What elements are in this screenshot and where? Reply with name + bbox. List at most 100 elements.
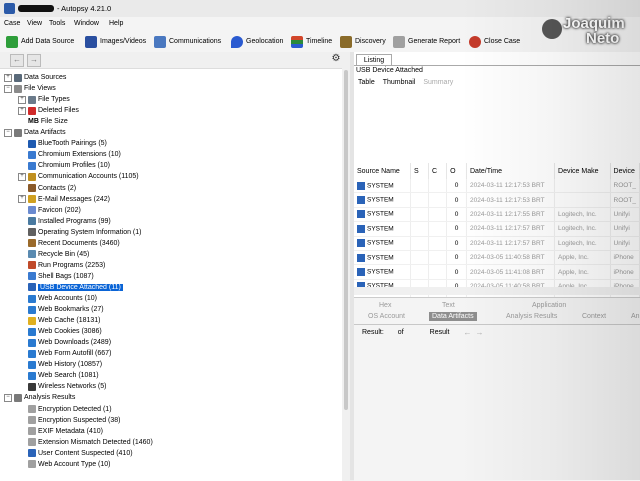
expand-toggle-icon[interactable]: + xyxy=(4,73,12,82)
tree-item-extension-mismatch-detected[interactable]: Extension Mismatch Detected (1460) xyxy=(18,437,153,448)
tree-item-contacts[interactable]: Contacts (2) xyxy=(18,183,76,194)
tree-item-installed-programs[interactable]: Installed Programs (99) xyxy=(18,216,111,227)
tree-item-web-cookies[interactable]: Web Cookies (3086) xyxy=(18,326,102,337)
table-row[interactable]: SYSTEM 0 2024-03-05 11:41:08 BRT Apple, Inc… xyxy=(354,264,640,280)
tree-item-encryption-detected[interactable]: Encryption Detected (1) xyxy=(18,404,112,415)
expand-toggle-icon[interactable]: + xyxy=(18,95,26,104)
menu-case[interactable]: Case xyxy=(4,20,20,27)
tab-application[interactable]: Application xyxy=(532,302,566,309)
tree-item-deleted-files[interactable]: + Deleted Files xyxy=(18,105,79,116)
expand-toggle-icon[interactable]: − xyxy=(4,84,12,93)
menu-view[interactable]: View xyxy=(27,20,42,27)
tab-table[interactable]: Table xyxy=(358,79,375,86)
tree-scrollbar[interactable] xyxy=(342,68,350,412)
images-videos-button[interactable]: Images/Videos xyxy=(85,35,146,48)
artifact-icon xyxy=(28,261,36,270)
analysis-result-icon xyxy=(28,449,36,458)
cell-s xyxy=(410,179,430,194)
back-arrow-icon[interactable]: ← xyxy=(10,54,24,67)
tab-text[interactable]: Text xyxy=(442,302,455,309)
table-row[interactable]: SYSTEM 0 2024-03-11 12:17:57 BRT Logitech, … xyxy=(354,221,640,237)
tree-item-chromium-profiles[interactable]: Chromium Profiles (10) xyxy=(18,160,110,171)
timeline-button[interactable]: Timeline xyxy=(291,35,332,48)
col-s[interactable]: S xyxy=(410,163,430,179)
tree-item-e-mail-messages[interactable]: + E-Mail Messages (242) xyxy=(18,194,110,205)
tree-item-exif-metadata[interactable]: EXIF Metadata (410) xyxy=(18,426,103,437)
tree-item-recent-documents[interactable]: Recent Documents (3460) xyxy=(18,238,120,249)
tree-item-favicon[interactable]: Favicon (202) xyxy=(18,205,81,216)
tree-item-user-content-suspected[interactable]: User Content Suspected (410) xyxy=(18,448,133,459)
col-device-make[interactable]: Device Make xyxy=(554,163,611,179)
tree-item-recycle-bin[interactable]: Recycle Bin (45) xyxy=(18,249,89,260)
artifact-icon xyxy=(28,217,36,226)
communications-button[interactable]: Communications xyxy=(154,35,221,48)
tree-file-views[interactable]: − File Views xyxy=(4,83,56,94)
tab-an[interactable]: An xyxy=(631,313,640,320)
tree-item-web-history[interactable]: Web History (10857) xyxy=(18,359,102,370)
tab-hex[interactable]: Hex xyxy=(379,302,391,309)
tree-item-file-size[interactable]: MB File Size xyxy=(18,116,68,127)
tree-item-shell-bags[interactable]: Shell Bags (1087) xyxy=(18,271,94,282)
expand-toggle-icon[interactable]: − xyxy=(4,128,12,137)
tab-analysis-results[interactable]: Analysis Results xyxy=(506,313,557,320)
table-row[interactable]: SYSTEM 0 2024-03-11 12:17:57 BRT Logitech, … xyxy=(354,236,640,251)
forward-arrow-icon[interactable]: → xyxy=(27,54,41,67)
tree-analysis-results[interactable]: − Analysis Results xyxy=(4,392,75,403)
artifact-icon xyxy=(28,150,36,159)
tab-data-artifacts[interactable]: Data Artifacts xyxy=(429,312,477,321)
expand-toggle-icon[interactable]: + xyxy=(18,172,26,181)
table-row[interactable]: SYSTEM 02024-03-05 11:40:58 BRTApple, Inc… xyxy=(354,250,640,266)
tree-item-encryption-suspected[interactable]: Encryption Suspected (38) xyxy=(18,415,121,426)
expand-toggle-icon[interactable]: − xyxy=(4,393,12,402)
usb-device-icon xyxy=(357,239,365,248)
tree-node-label: Web Accounts (10) xyxy=(38,295,98,302)
tree-node-label: Communication Accounts (1105) xyxy=(38,173,139,181)
col-date-time[interactable]: Date/Time xyxy=(466,163,556,179)
generate-report-button[interactable]: Generate Report xyxy=(393,35,460,48)
tree-data-artifacts[interactable]: − Data Artifacts xyxy=(4,127,66,138)
tree-item-bluetooth-pairings[interactable]: BlueTooth Pairings (5) xyxy=(18,138,107,149)
tree-item-run-programs[interactable]: Run Programs (2253) xyxy=(18,260,105,271)
gear-icon[interactable]: ⚙ xyxy=(330,54,342,65)
menu-tools[interactable]: Tools xyxy=(49,20,65,27)
expand-toggle-icon[interactable]: + xyxy=(18,106,26,115)
col-device[interactable]: Device xyxy=(610,163,640,179)
menu-window[interactable]: Window xyxy=(74,20,99,27)
source-name-text: SYSTEM xyxy=(367,254,394,262)
geolocation-button[interactable]: Geolocation xyxy=(231,35,283,48)
table-row[interactable]: SYSTEM 0 2024-03-11 12:17:55 BRT Logitech, … xyxy=(354,207,640,223)
col-source-name[interactable]: Source Name xyxy=(354,163,411,179)
menu-help[interactable]: Help xyxy=(109,20,123,27)
tab-summary[interactable]: Summary xyxy=(423,79,453,86)
tree-item-usb-device-attached[interactable]: USB Device Attached (11) xyxy=(18,282,123,293)
tab-os-account[interactable]: OS Account xyxy=(368,313,405,320)
tree-item-web-bookmarks[interactable]: Web Bookmarks (27) xyxy=(18,304,104,315)
expand-toggle-icon[interactable]: + xyxy=(18,195,26,204)
col-o[interactable]: O xyxy=(446,163,467,179)
table-horizontal-scrollbar[interactable] xyxy=(354,287,640,295)
prev-result-icon[interactable]: ← xyxy=(463,328,471,337)
tree-item-web-downloads[interactable]: Web Downloads (2489) xyxy=(18,337,111,348)
table-row[interactable]: SYSTEM 0 2024-03-11 12:17:53 BRT ROOT_ xyxy=(354,192,640,208)
add-data-source-button[interactable]: Add Data Source xyxy=(6,35,74,48)
tree-item-operating-system-information[interactable]: Operating System Information (1) xyxy=(18,227,142,238)
tab-thumbnail[interactable]: Thumbnail xyxy=(383,79,416,86)
tree-data-sources[interactable]: + Data Sources xyxy=(4,72,66,83)
tree-item-web-form-autofill[interactable]: Web Form Autofill (667) xyxy=(18,348,111,359)
col-c[interactable]: C xyxy=(428,163,448,179)
close-case-button[interactable]: Close Case xyxy=(469,35,520,48)
tree-item-file-types[interactable]: + File Types xyxy=(18,94,70,105)
cell-s xyxy=(410,207,430,223)
tree-item-web-search[interactable]: Web Search (1081) xyxy=(18,370,99,381)
tree-item-web-cache[interactable]: Web Cache (18131) xyxy=(18,315,101,326)
tree-item-wireless-networks[interactable]: Wireless Networks (5) xyxy=(18,381,106,392)
tree-item-web-accounts[interactable]: Web Accounts (10) xyxy=(18,293,97,304)
next-result-icon[interactable]: → xyxy=(475,328,483,337)
tree-item-chromium-extensions[interactable]: Chromium Extensions (10) xyxy=(18,149,121,160)
tree-item-communication-accounts[interactable]: + Communication Accounts (1105) xyxy=(18,171,139,182)
tree-item-web-account-type[interactable]: Web Account Type (10) xyxy=(18,459,111,470)
discovery-button[interactable]: Discovery xyxy=(340,35,386,48)
tab-context[interactable]: Context xyxy=(582,313,606,320)
tree-scrollbar-thumb[interactable] xyxy=(344,70,348,410)
table-row[interactable]: SYSTEM 0 2024-03-11 12:17:53 BRT ROOT_ xyxy=(354,179,640,194)
